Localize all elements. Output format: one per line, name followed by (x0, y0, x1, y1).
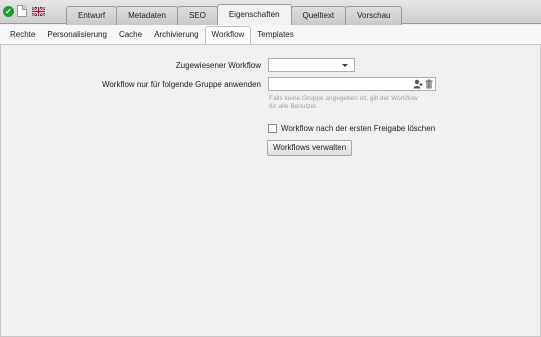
status-icons: ✓ (3, 4, 45, 18)
tab-seo[interactable]: SEO (176, 6, 218, 25)
sub-tabs: Rechte Personalisierung Cache Archivieru… (0, 25, 541, 45)
tab-quelltext[interactable]: Quelltext (290, 6, 347, 25)
manage-workflows-button[interactable]: Workflows verwalten (267, 140, 353, 156)
delete-after-release-checkbox[interactable] (268, 123, 277, 133)
subtab-rechte[interactable]: Rechte (4, 27, 41, 44)
top-toolbar: ✓ Entwurf Metadaten SEO Eigenschaften Qu… (0, 0, 541, 25)
assigned-workflow-label: Zugewiesener Workflow (175, 61, 261, 70)
subtab-personalisierung[interactable]: Personalisierung (41, 27, 113, 44)
chevron-down-icon (342, 64, 348, 67)
select-group-icon[interactable] (413, 79, 423, 89)
uk-flag-icon[interactable] (32, 6, 45, 16)
group-label: Workflow nur für folgende Gruppe anwende… (101, 80, 261, 89)
tab-vorschau[interactable]: Vorschau (345, 6, 403, 25)
tab-metadaten[interactable]: Metadaten (116, 6, 178, 25)
subtab-templates[interactable]: Templates (251, 27, 299, 44)
tab-entwurf[interactable]: Entwurf (66, 6, 118, 25)
blank-page-icon[interactable] (17, 5, 27, 17)
trash-icon[interactable] (424, 79, 434, 89)
delete-after-release-row[interactable]: Workflow nach der ersten Freigabe lösche… (268, 122, 435, 134)
main-tabs: Entwurf Metadaten SEO Eigenschaften Quel… (66, 4, 403, 25)
group-input[interactable] (268, 77, 436, 91)
workflow-panel: Zugewiesener Workflow Workflow nur für f… (0, 45, 541, 337)
assigned-workflow-select[interactable] (268, 58, 355, 72)
subtab-archivierung[interactable]: Archivierung (148, 27, 204, 44)
delete-after-release-label: Workflow nach der ersten Freigabe lösche… (281, 123, 436, 133)
check-circle-icon[interactable]: ✓ (3, 5, 14, 17)
subtab-cache[interactable]: Cache (113, 27, 148, 44)
tab-eigenschaften[interactable]: Eigenschaften (216, 4, 292, 25)
group-hint: Falls keine Gruppe angegeben ist, gilt d… (269, 95, 418, 110)
subtab-workflow[interactable]: Workflow (204, 26, 252, 44)
